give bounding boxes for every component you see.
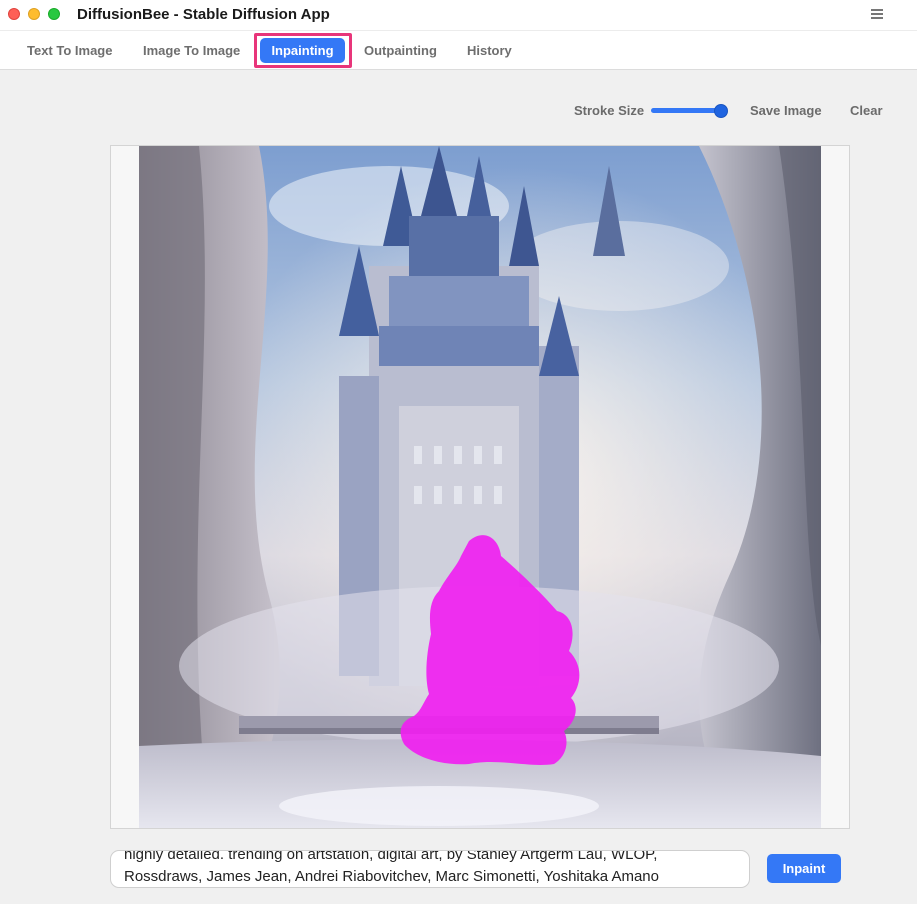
prompt-input[interactable]: highly detailed. trending on artstation,… [110,850,750,888]
stroke-size-slider-thumb[interactable] [714,104,728,118]
inpaint-button[interactable]: Inpaint [767,854,841,883]
tab-text-to-image[interactable]: Text To Image [27,43,112,58]
prompt-text[interactable]: highly detailed. trending on artstation,… [124,850,734,887]
tab-bar: Text To Image Image To Image Outpainting… [0,30,917,70]
clear-button[interactable]: Clear [850,103,883,118]
tab-image-to-image[interactable]: Image To Image [143,43,240,58]
window-title: DiffusionBee - Stable Diffusion App [77,6,330,23]
prompt-line-2: Rossdraws, James Jean, Andrei Riabovitch… [124,868,659,885]
save-image-button[interactable]: Save Image [750,103,822,118]
hamburger-menu-icon[interactable] [871,9,883,19]
stroke-size-label: Stroke Size [574,103,645,118]
zoom-window-button[interactable] [48,8,60,20]
close-window-button[interactable] [8,8,20,20]
tab-history[interactable]: History [467,43,512,58]
castle-image [139,146,821,828]
inpaint-canvas[interactable] [139,146,821,828]
minimize-window-button[interactable] [28,8,40,20]
tab-outpainting[interactable]: Outpainting [364,43,437,58]
tab-inpainting[interactable]: Inpainting [260,38,345,63]
title-bar: DiffusionBee - Stable Diffusion App [0,0,917,30]
prompt-line-1: highly detailed. trending on artstation,… [124,850,658,863]
